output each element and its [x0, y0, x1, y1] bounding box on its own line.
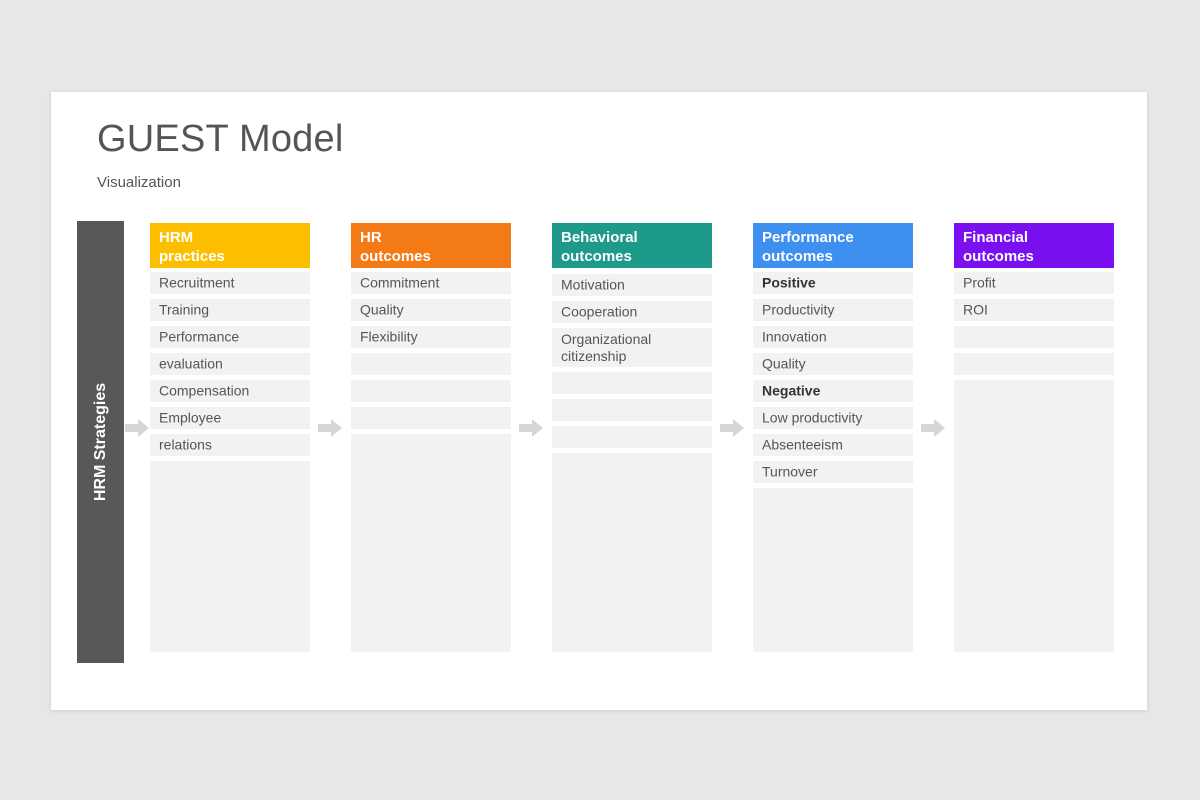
list-item-label: Innovation	[762, 328, 827, 345]
strategies-side-bar: HRM Strategies	[77, 221, 124, 663]
empty-cell	[552, 426, 712, 453]
list-item-label: Quality	[360, 301, 404, 318]
list-item-label: ROI	[963, 301, 988, 318]
column-body: Positive Productivity Innovation Quality Neg…	[753, 272, 913, 652]
column-body: Commitment Quality Flexibility	[351, 272, 511, 652]
list-item-label: Absenteeism	[762, 436, 843, 453]
list-item-label: Organizational citizenship	[561, 330, 652, 364]
list-item: Commitment	[351, 272, 511, 299]
column-performance-outcomes: Performance outcomes Positive Productivity I…	[753, 223, 913, 652]
list-item: Quality	[351, 299, 511, 326]
list-item: Innovation	[753, 326, 913, 353]
list-item: Turnover	[753, 461, 913, 488]
column-body: Motivation Cooperation Organizational citi…	[552, 274, 712, 652]
list-item-label: Profit	[963, 274, 996, 291]
list-item: Low productivity	[753, 407, 913, 434]
list-item: Compensation	[150, 380, 310, 407]
empty-cell	[552, 372, 712, 399]
empty-cell	[552, 399, 712, 426]
list-item-label: Positive	[762, 274, 816, 291]
list-item: Positive	[753, 272, 913, 299]
list-item: Training	[150, 299, 310, 326]
empty-cell	[954, 353, 1114, 380]
page-title: GUEST Model	[97, 118, 344, 160]
page-subtitle: Visualization	[97, 174, 181, 191]
list-item: Employee	[150, 407, 310, 434]
strategies-label: HRM Strategies	[91, 382, 109, 502]
list-item-label: Low productivity	[762, 409, 863, 426]
empty-cell	[351, 380, 511, 407]
list-item: Productivity	[753, 299, 913, 326]
slide-canvas: GUEST Model Visualization HRM Strategies…	[51, 92, 1147, 710]
list-item-label: Productivity	[762, 301, 835, 318]
column-header-line: HRM	[159, 229, 194, 246]
flow-arrow-icon	[519, 419, 543, 437]
column-header-line: outcomes	[561, 248, 632, 265]
column-header-behavioral-outcomes: Behavioral outcomes	[552, 223, 712, 268]
list-item: Motivation	[552, 274, 712, 301]
column-header-hr-outcomes: HR outcomes	[351, 223, 511, 268]
column-header-hrm-practices: HRM practices	[150, 223, 310, 268]
list-item-label: Flexibility	[360, 328, 418, 345]
flow-arrow-icon	[720, 419, 744, 437]
list-item: ROI	[954, 299, 1114, 326]
list-item-label: Cooperation	[561, 303, 638, 320]
list-item: Quality	[753, 353, 913, 380]
list-item-label: Turnover	[762, 463, 818, 480]
list-item: Performance	[150, 326, 310, 353]
flow-arrow-icon	[318, 419, 342, 437]
column-header-financial-outcomes: Financial outcomes	[954, 223, 1114, 268]
column-header-line: HR	[360, 229, 382, 246]
flow-arrow-icon	[921, 419, 945, 437]
list-item: Negative	[753, 380, 913, 407]
list-item-label: relations	[159, 436, 212, 453]
list-item-label: Commitment	[360, 274, 440, 291]
list-item-label: Quality	[762, 355, 806, 372]
list-item-label: Recruitment	[159, 274, 235, 291]
list-item: Absenteeism	[753, 434, 913, 461]
list-item: Recruitment	[150, 272, 310, 299]
list-item-label: Motivation	[561, 276, 625, 293]
empty-cell	[351, 353, 511, 380]
column-behavioral-outcomes: Behavioral outcomes Motivation Cooperation O…	[552, 223, 712, 652]
flow-arrow-icon	[125, 419, 149, 437]
column-header-line: Performance	[762, 229, 854, 246]
list-item-label: Training	[159, 301, 210, 318]
column-body: Profit ROI	[954, 272, 1114, 652]
list-item: relations	[150, 434, 310, 461]
column-header-line: Financial	[963, 229, 1029, 246]
column-header-line: outcomes	[762, 248, 833, 265]
list-item: Cooperation	[552, 301, 712, 328]
column-header-line: practices	[159, 248, 225, 265]
empty-cell	[351, 407, 511, 434]
empty-cell	[954, 326, 1114, 353]
column-header-performance-outcomes: Performance outcomes	[753, 223, 913, 268]
list-item-label: Compensation	[159, 382, 250, 399]
column-financial-outcomes: Financial outcomes Profit ROI	[954, 223, 1114, 652]
list-item: Profit	[954, 272, 1114, 299]
column-header-line: outcomes	[963, 248, 1034, 265]
column-hr-outcomes: HR outcomes Commitment Quality Flexibility	[351, 223, 511, 652]
column-header-line: outcomes	[360, 248, 431, 265]
list-item: Flexibility	[351, 326, 511, 353]
list-item: Organizational citizenship	[552, 328, 712, 372]
list-item-label: evaluation	[159, 355, 223, 372]
list-item-label: Negative	[762, 382, 821, 399]
column-header-line: Behavioral	[561, 229, 638, 246]
column-body: Recruitment Training Performance evaluation…	[150, 272, 310, 652]
list-item: evaluation	[150, 353, 310, 380]
column-hrm-practices: HRM practices Recruitment Training Performan…	[150, 223, 310, 652]
list-item-label: Performance	[159, 328, 240, 345]
list-item-label: Employee	[159, 409, 222, 426]
